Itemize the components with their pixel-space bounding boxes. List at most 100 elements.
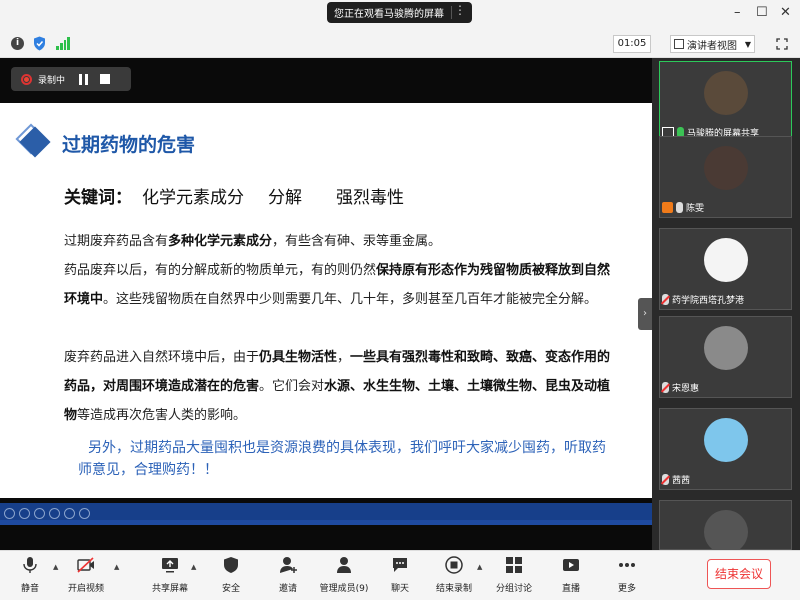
network-signal-icon[interactable]: [56, 37, 70, 50]
chevron-down-icon: ▼: [744, 39, 751, 49]
participant-name-bar: 陈雯: [662, 200, 704, 214]
chat-button[interactable]: 聊天: [370, 556, 430, 594]
keyword-item: 化学元素成分: [142, 188, 244, 208]
participant-tile[interactable]: 陈雯: [659, 136, 792, 218]
participant-tile[interactable]: 药学院西塔孔梦港: [659, 228, 792, 310]
meeting-toolbar: 静音 ▲ 开启视频 ▲ 共享屏幕 ▲ 安全 邀请 管理成员(9) 聊天 结束录制…: [0, 550, 800, 600]
participant-panel: 马骏腾的屏幕共享 陈雯 药学院西塔孔梦港 宋恩惠 茜茜: [652, 58, 800, 550]
chevron-up-icon[interactable]: ▲: [477, 563, 482, 571]
keywords-label: 关键词：: [64, 188, 132, 208]
copy-icon[interactable]: [49, 508, 60, 519]
search-icon[interactable]: [64, 508, 75, 519]
participant-tile[interactable]: 宋恩惠: [659, 316, 792, 398]
pause-icon[interactable]: [79, 73, 89, 85]
share-notice-text: 您正在观看马骏腾的屏幕: [334, 9, 444, 20]
participant-name: 茜茜: [672, 475, 691, 486]
meeting-info-bar: i 01:05 演讲者视图 ▼: [0, 30, 800, 58]
keyword-item: 分解: [268, 188, 302, 208]
live-stream-button[interactable]: 直播: [541, 556, 601, 594]
microphone-muted-icon: [662, 293, 669, 305]
restore-icon[interactable]: ☐: [756, 5, 768, 20]
pen-icon[interactable]: [34, 508, 45, 519]
previous-slide-icon[interactable]: [4, 508, 15, 519]
chevron-up-icon[interactable]: ▲: [191, 563, 196, 571]
share-screen-button[interactable]: 共享屏幕: [140, 556, 200, 594]
manage-members-button[interactable]: 管理成员(9): [314, 556, 374, 594]
minimize-icon[interactable]: –: [734, 5, 741, 20]
avatar: [704, 71, 748, 115]
more-button[interactable]: 更多: [597, 556, 657, 594]
pill-divider: [451, 6, 452, 19]
keyword-item: 强烈毒性: [336, 188, 404, 208]
security-label: 安全: [221, 584, 240, 594]
microphone-muted-icon: [662, 381, 669, 393]
fullscreen-icon[interactable]: [776, 38, 788, 50]
microphone-icon: [676, 201, 683, 213]
bold-run: 多种化学元素成分: [168, 234, 273, 249]
participant-name: 陈雯: [686, 203, 705, 214]
screen-share-notice[interactable]: 您正在观看马骏腾的屏幕 ⋮: [327, 2, 472, 23]
bold-run: 仍具生物活性: [259, 350, 338, 365]
video-off-icon: [77, 557, 94, 573]
microphone-icon: [23, 557, 37, 573]
paragraph-decomposition: 药品废弃以后，有的分解成新的物质单元，有的则仍然保持原有形态作为残留物质被释放到…: [64, 256, 619, 314]
live-icon: [563, 559, 579, 571]
video-button[interactable]: 开启视频: [56, 556, 116, 594]
more-vertical-icon[interactable]: ⋮: [454, 3, 466, 17]
presentation-slide: 过期药物的危害 关键词： 化学元素成分 分解 强烈毒性 过期废弃药品含有多种化学元素成…: [0, 103, 652, 498]
meeting-timer: 01:05: [613, 35, 651, 53]
mute-button[interactable]: 静音: [0, 556, 60, 594]
view-mode-dropdown[interactable]: 演讲者视图 ▼: [670, 35, 755, 53]
text-run: 过期废弃药品含有: [64, 234, 169, 249]
live-label: 直播: [561, 584, 580, 594]
stop-icon[interactable]: [100, 74, 111, 84]
invite-button[interactable]: 邀请: [258, 556, 318, 594]
participant-tile[interactable]: [659, 500, 792, 550]
share-screen-icon: [162, 558, 178, 573]
paragraph-chemical: 过期废弃药品含有多种化学元素成分，有些含有砷、汞等重金属。: [64, 227, 619, 256]
slideshow-divider: [0, 520, 652, 525]
text-run: 等造成再次危害人类的影响。: [77, 408, 247, 423]
chevron-up-icon[interactable]: ▲: [114, 563, 119, 571]
avatar: [704, 326, 748, 370]
more-label: 更多: [617, 584, 636, 594]
invite-user-icon: [280, 557, 297, 573]
close-icon[interactable]: ✕: [780, 5, 791, 20]
end-meeting-button[interactable]: 结束会议: [707, 559, 771, 589]
more-horizontal-icon: [619, 563, 635, 567]
avatar: [704, 510, 748, 549]
keywords-line: 关键词： 化学元素成分 分解 强烈毒性: [64, 183, 404, 208]
security-button[interactable]: 安全: [201, 556, 261, 594]
end-recording-button[interactable]: 结束录制: [424, 556, 484, 594]
avatar: [704, 418, 748, 462]
grid-view-icon: [674, 39, 684, 49]
title-bar: 您正在观看马骏腾的屏幕 ⋮ – ☐ ✕: [0, 0, 800, 30]
participant-tile[interactable]: 马骏腾的屏幕共享: [659, 61, 792, 143]
members-icon: [337, 557, 351, 573]
recording-control: 录制中: [11, 67, 131, 91]
invite-label: 邀请: [278, 584, 297, 594]
info-icon[interactable]: i: [11, 37, 24, 50]
breakout-label: 分组讨论: [495, 584, 532, 594]
text-run: 。这些残留物质在自然界中少则需要几年、几十年，多则甚至几百年才能被完全分解。: [103, 292, 598, 307]
recording-dot-icon: [21, 73, 32, 85]
participant-name-bar: 药学院西塔孔梦港: [662, 292, 744, 306]
participant-name-bar: 茜茜: [662, 472, 690, 486]
text-run: 药品废弃以后，有的分解成新的物质单元，有的则仍然: [64, 263, 377, 278]
shared-screen-area: 录制中 过期药物的危害 关键词： 化学元素成分 分解 强烈毒性 过期废弃药品含有多种化…: [0, 58, 652, 550]
next-slide-icon[interactable]: [19, 508, 30, 519]
microphone-muted-icon: [662, 473, 669, 485]
chat-label: 聊天: [390, 584, 409, 594]
breakout-rooms-button[interactable]: 分组讨论: [484, 556, 544, 594]
shield-icon[interactable]: [33, 36, 46, 51]
members-label: 管理成员(9): [319, 584, 369, 594]
shield-icon: [224, 557, 238, 573]
participant-tile[interactable]: 茜茜: [659, 408, 792, 490]
avatar: [704, 238, 748, 282]
avatar: [704, 146, 748, 190]
participant-name: 药学院西塔孔梦港: [672, 295, 745, 306]
collapse-panel-tab[interactable]: ›: [638, 298, 652, 330]
more-icon[interactable]: [79, 508, 90, 519]
recording-label: 录制中: [38, 75, 66, 86]
slide-title: 过期药物的危害: [62, 134, 196, 156]
